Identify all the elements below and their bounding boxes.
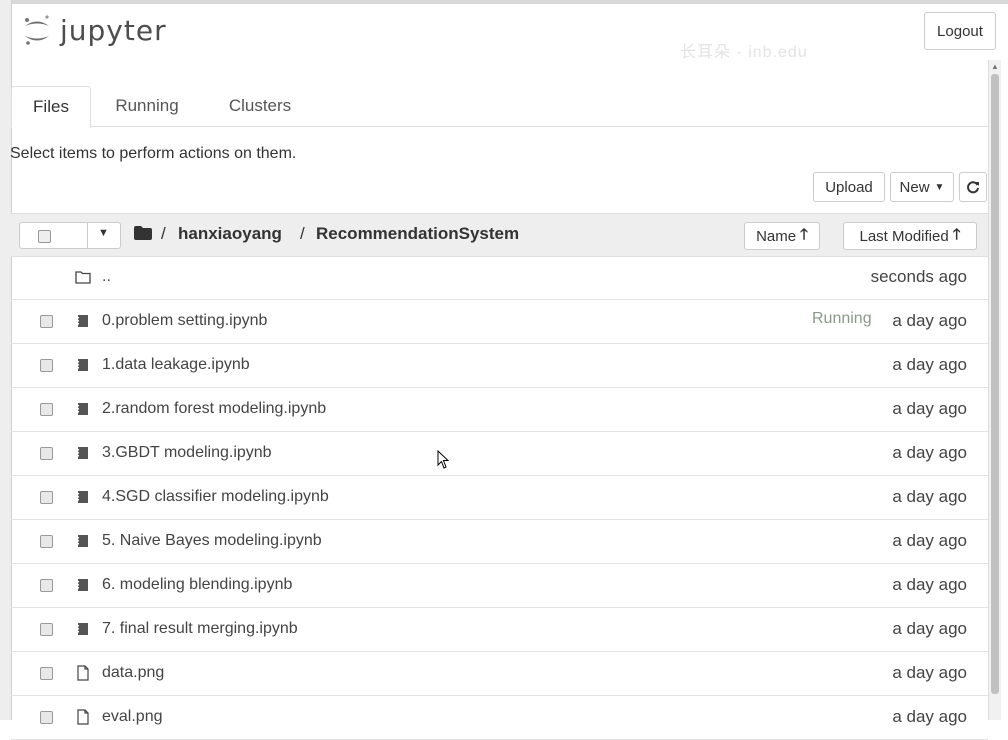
item-modified: a day ago	[892, 311, 967, 330]
selection-hint: Select items to perform actions on them.	[10, 145, 297, 162]
notebook-icon	[77, 315, 88, 327]
item-name[interactable]: 2.random forest modeling.ipynb	[102, 400, 326, 418]
folder-icon[interactable]	[134, 226, 152, 240]
sort-by-last-modified-button[interactable]: Last Modified 🡑	[843, 222, 977, 250]
item-name[interactable]: 7. final result merging.ipynb	[102, 620, 298, 638]
tab-running-label: Running	[115, 96, 179, 115]
item-name[interactable]: 3.GBDT modeling.ipynb	[102, 444, 272, 462]
list-item-notebook[interactable]: 3.GBDT modeling.ipynb a day ago	[11, 432, 988, 476]
item-checkbox[interactable]	[40, 535, 53, 548]
notebook-icon	[77, 447, 88, 459]
item-modified: a day ago	[892, 355, 967, 374]
item-modified: a day ago	[892, 487, 967, 506]
list-item-notebook[interactable]: 7. final result merging.ipynb a day ago	[11, 608, 988, 652]
notebook-icon	[77, 535, 88, 547]
list-item-file[interactable]: eval.png a day ago	[11, 696, 988, 740]
list-item-file[interactable]: data.png a day ago	[11, 652, 988, 696]
video-watermark: 长耳朵 - inb.edu	[680, 44, 808, 61]
tab-bar: Files Running Clusters	[11, 86, 988, 128]
item-checkbox[interactable]	[40, 315, 53, 328]
item-checkbox[interactable]	[40, 623, 53, 636]
new-dropdown-button[interactable]: New ▼	[890, 172, 954, 202]
item-checkbox[interactable]	[40, 403, 53, 416]
item-checkbox[interactable]	[40, 667, 53, 680]
running-status: Running	[812, 310, 872, 327]
tab-files-label: Files	[33, 97, 69, 116]
tab-clusters-label: Clusters	[228, 96, 292, 115]
item-modified: a day ago	[892, 399, 967, 418]
sort-name-label: Name	[756, 227, 797, 245]
browser-top-strip	[0, 0, 1008, 4]
item-checkbox[interactable]	[40, 447, 53, 460]
list-item-notebook[interactable]: 2.random forest modeling.ipynb a day ago	[11, 388, 988, 432]
item-name[interactable]: ..	[102, 268, 111, 286]
caret-down-icon: ▼	[934, 181, 945, 193]
notebook-icon	[77, 403, 88, 415]
notebook-icon	[77, 359, 88, 371]
folder-open-icon	[75, 271, 91, 284]
list-item-notebook[interactable]: 5. Naive Bayes modeling.ipynb a day ago	[11, 520, 988, 564]
sort-modified-label: Last Modified	[859, 227, 949, 245]
file-icon	[77, 665, 89, 681]
notebook-icon	[77, 491, 88, 503]
vertical-scrollbar[interactable]: ▲	[988, 60, 1001, 720]
list-item-notebook[interactable]: 6. modeling blending.ipynb a day ago	[11, 564, 988, 608]
scroll-up-icon[interactable]: ▲	[991, 62, 999, 71]
item-name[interactable]: 5. Naive Bayes modeling.ipynb	[102, 532, 322, 550]
file-icon	[77, 709, 89, 725]
arrow-up-icon: 🡑	[800, 225, 808, 243]
item-checkbox[interactable]	[40, 711, 53, 724]
notebook-icon	[77, 623, 88, 635]
sort-by-name-button[interactable]: Name 🡑	[744, 222, 820, 250]
file-list-header: ▼ / hanxiaoyang / RecommendationSystem N…	[11, 213, 988, 257]
caret-down-icon[interactable]: ▼	[98, 227, 109, 239]
item-checkbox[interactable]	[40, 491, 53, 504]
scrollbar-thumb[interactable]	[991, 74, 999, 694]
breadcrumb-hanxiaoyang[interactable]: hanxiaoyang	[178, 224, 282, 244]
item-checkbox[interactable]	[40, 579, 53, 592]
item-modified: a day ago	[892, 619, 967, 638]
select-all-checkbox[interactable]	[38, 230, 51, 243]
item-name[interactable]: 4.SGD classifier modeling.ipynb	[102, 488, 329, 506]
tab-running[interactable]: Running	[101, 86, 193, 126]
mouse-cursor-icon	[437, 450, 449, 469]
item-name[interactable]: 1.data leakage.ipynb	[102, 356, 250, 374]
select-all-divider	[87, 223, 88, 248]
item-modified: a day ago	[892, 531, 967, 550]
list-item-notebook[interactable]: 1.data leakage.ipynb a day ago	[11, 344, 988, 388]
refresh-button[interactable]	[959, 172, 987, 202]
item-name[interactable]: 0.problem setting.ipynb	[102, 312, 267, 330]
item-checkbox[interactable]	[40, 359, 53, 372]
item-name[interactable]: 6. modeling blending.ipynb	[102, 576, 292, 594]
list-item-notebook[interactable]: 4.SGD classifier modeling.ipynb a day ag…	[11, 476, 988, 520]
item-name[interactable]: data.png	[102, 664, 164, 682]
select-all-dropdown[interactable]: ▼	[19, 222, 121, 249]
tab-files[interactable]: Files	[11, 86, 91, 128]
item-modified: a day ago	[892, 707, 967, 726]
app-name: jupyter	[60, 13, 167, 47]
jupyter-logo[interactable]: jupyter	[22, 10, 167, 50]
upload-button[interactable]: Upload	[813, 172, 885, 202]
new-button-label: New	[899, 178, 930, 196]
list-item-notebook[interactable]: 0.problem setting.ipynb Running a day ag…	[11, 300, 988, 344]
jupyter-logo-icon	[25, 15, 49, 45]
arrow-up-icon: 🡑	[952, 225, 961, 243]
item-modified: a day ago	[892, 443, 967, 462]
logout-button[interactable]: Logout	[924, 12, 996, 50]
item-modified: a day ago	[892, 575, 967, 594]
item-modified: a day ago	[892, 663, 967, 682]
item-modified: seconds ago	[870, 267, 967, 286]
item-name[interactable]: eval.png	[102, 708, 163, 726]
refresh-icon	[967, 181, 979, 194]
tab-clusters[interactable]: Clusters	[213, 86, 307, 126]
list-item-parent-dir[interactable]: .. seconds ago	[11, 256, 988, 300]
breadcrumb-separator: /	[300, 224, 305, 243]
breadcrumb-separator: /	[161, 224, 166, 243]
notebook-icon	[77, 579, 88, 591]
breadcrumb-recommendationsystem[interactable]: RecommendationSystem	[316, 224, 519, 244]
